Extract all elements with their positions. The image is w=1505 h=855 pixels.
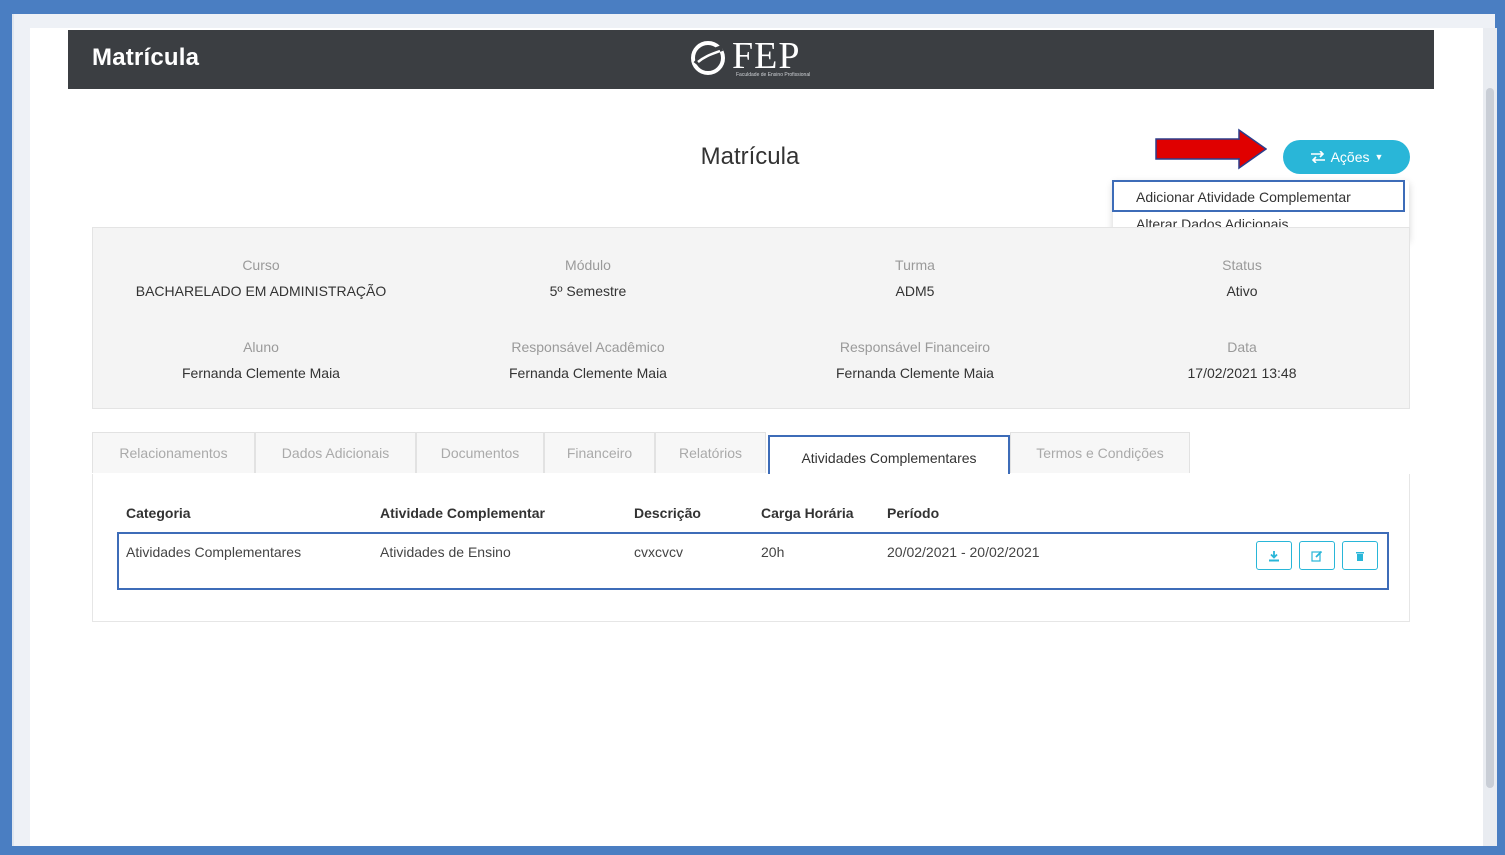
info-value: 5º Semestre bbox=[549, 283, 627, 299]
fep-logo[interactable]: FEP Faculdade de Ensino Profissional bbox=[690, 35, 820, 80]
highlight-box-menu-item bbox=[1112, 180, 1405, 212]
info-curso: Curso BACHARELADO EM ADMINISTRAÇÃO bbox=[91, 257, 431, 299]
info-status: Status Ativo bbox=[1072, 257, 1412, 299]
page-title: Matrícula bbox=[700, 143, 800, 170]
info-modulo: Módulo 5º Semestre bbox=[418, 257, 758, 299]
info-value: BACHARELADO EM ADMINISTRAÇÃO bbox=[135, 283, 387, 299]
info-label: Aluno bbox=[243, 339, 279, 355]
column-header-carga-horaria: Carga Horária bbox=[761, 505, 854, 521]
acoes-button-label: Ações bbox=[1330, 149, 1370, 165]
info-label: Status bbox=[1222, 257, 1262, 273]
info-value: Fernanda Clemente Maia bbox=[509, 365, 667, 381]
info-data: Data 17/02/2021 13:48 bbox=[1072, 339, 1412, 381]
highlight-box-table-row bbox=[117, 532, 1389, 590]
tab-relatorios[interactable]: Relatórios bbox=[655, 432, 766, 473]
tab-dados-adicionais[interactable]: Dados Adicionais bbox=[255, 432, 416, 473]
column-header-categoria: Categoria bbox=[126, 505, 191, 521]
tab-termos-condicoes[interactable]: Termos e Condições bbox=[1010, 432, 1190, 473]
info-value: 17/02/2021 13:48 bbox=[1187, 365, 1297, 381]
column-header-atividade: Atividade Complementar bbox=[380, 505, 545, 521]
info-responsavel-financeiro: Responsável Financeiro Fernanda Clemente… bbox=[745, 339, 1085, 381]
column-header-descricao: Descrição bbox=[634, 505, 701, 521]
column-header-periodo: Período bbox=[887, 505, 940, 521]
info-turma: Turma ADM5 bbox=[745, 257, 1085, 299]
top-navbar: Matrícula FEP Faculdade de Ensino Profis… bbox=[68, 30, 1434, 89]
enrollment-info-panel bbox=[92, 227, 1410, 409]
fep-logo-mark-icon bbox=[691, 41, 725, 75]
info-responsavel-academico: Responsável Acadêmico Fernanda Clemente … bbox=[418, 339, 758, 381]
info-label: Data bbox=[1227, 339, 1257, 355]
caret-down-icon: ▼ bbox=[1374, 152, 1384, 162]
exchange-arrows-icon bbox=[1310, 151, 1325, 163]
acoes-dropdown-button[interactable]: Ações ▼ bbox=[1283, 140, 1410, 174]
info-label: Turma bbox=[895, 257, 935, 273]
tab-bar: Relacionamentos Dados Adicionais Documen… bbox=[92, 432, 1410, 481]
vertical-scrollbar[interactable] bbox=[1483, 28, 1497, 846]
info-value: Fernanda Clemente Maia bbox=[182, 365, 340, 381]
info-value: ADM5 bbox=[895, 283, 935, 299]
tab-documentos[interactable]: Documentos bbox=[416, 432, 544, 473]
red-arrow-annotation-icon bbox=[1155, 128, 1267, 170]
info-label: Módulo bbox=[565, 257, 611, 273]
info-value: Fernanda Clemente Maia bbox=[836, 365, 994, 381]
info-label: Responsável Acadêmico bbox=[511, 339, 665, 355]
app-title: Matrícula bbox=[92, 44, 200, 71]
logo-subtext: Faculdade de Ensino Profissional bbox=[736, 72, 811, 78]
info-label: Curso bbox=[242, 257, 280, 273]
scrollbar-thumb[interactable] bbox=[1486, 88, 1494, 788]
info-label: Responsável Financeiro bbox=[839, 339, 991, 355]
tab-relacionamentos[interactable]: Relacionamentos bbox=[92, 432, 255, 473]
tab-financeiro[interactable]: Financeiro bbox=[544, 432, 655, 473]
info-aluno: Aluno Fernanda Clemente Maia bbox=[91, 339, 431, 381]
info-value: Ativo bbox=[1226, 283, 1258, 299]
